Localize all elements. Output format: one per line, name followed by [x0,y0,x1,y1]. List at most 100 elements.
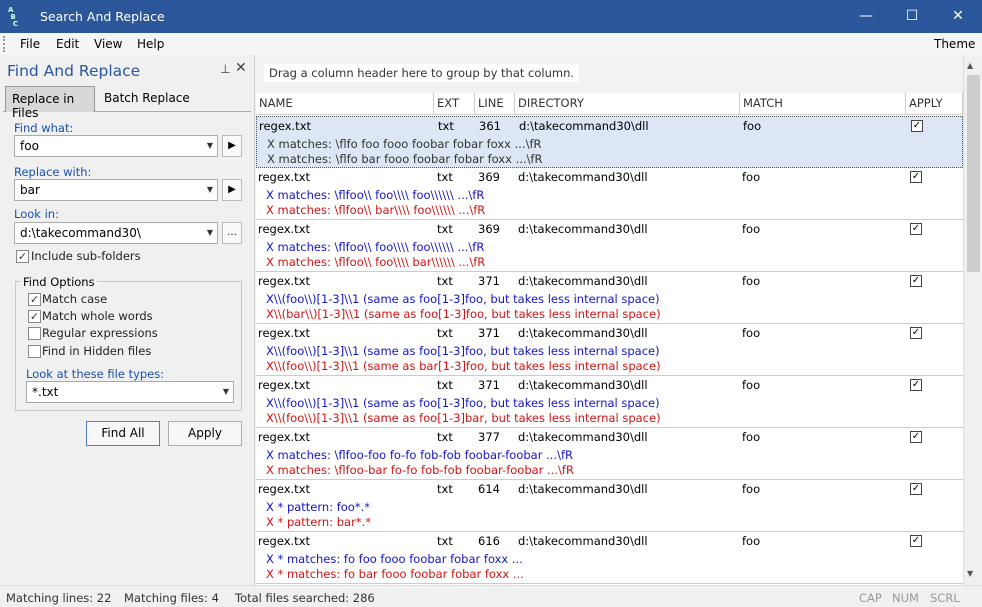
cell-line: 369 [478,170,500,184]
cell-match: foo [742,326,761,340]
status-num: NUM [892,591,919,605]
original-line-text: X\\(foo\\)[1-3]\\1 (same as foo[1-3]foo,… [266,396,660,410]
cell-ext: txt [437,170,453,184]
apply-button[interactable]: Apply [168,421,242,446]
replace-with-combo[interactable]: bar ▼ [14,179,218,201]
cell-match: foo [742,430,761,444]
cell-directory: d:\takecommand30\dll [518,326,648,340]
table-row[interactable]: regex.txt txt 361 d:\takecommand30\dll foo ✓ X… [256,116,963,168]
apply-checkbox[interactable]: ✓ [910,171,922,183]
table-row[interactable]: regex.txt txt 369 d:\takecommand30\dll foo ✓ X… [256,220,963,272]
menu-file[interactable]: File [20,37,40,51]
results-rows: regex.txt txt 361 d:\takecommand30\dll foo ✓ X… [256,116,963,585]
menu-help[interactable]: Help [137,37,164,51]
find-what-value: foo [20,139,39,153]
table-row[interactable]: regex.txt txt 377 d:\takecommand30\dll foo ✓ X… [256,428,963,480]
cell-name: regex.txt [258,170,311,184]
cell-directory: d:\takecommand30\dll [518,482,648,496]
cell-match: foo [742,170,761,184]
vertical-scrollbar[interactable]: ▲ ▼ [963,55,982,585]
cell-match: foo [742,274,761,288]
column-header-directory[interactable]: DIRECTORY [515,93,740,114]
table-row[interactable]: regex.txt txt 371 d:\takecommand30\dll foo ✓ X… [256,376,963,428]
cell-match: foo [743,119,762,133]
chevron-down-icon[interactable]: ▼ [207,141,213,150]
table-row[interactable]: regex.txt txt 616 d:\takecommand30\dll foo ✓ X… [256,532,963,584]
cell-ext: txt [437,378,453,392]
pin-icon[interactable]: ⊥ [220,62,230,76]
cell-name: regex.txt [258,326,311,340]
find-what-combo[interactable]: foo ▼ [14,135,218,157]
replaced-line-text: X matches: \flfo bar fooo foobar fobar f… [267,152,543,166]
find-hidden-files-checkbox[interactable] [28,345,41,358]
cell-directory: d:\takecommand30\dll [518,222,648,236]
column-header-match[interactable]: MATCH [740,93,906,114]
replace-options-arrow-button[interactable]: ▶ [222,179,242,201]
match-whole-words-label: Match whole words [42,309,153,323]
column-header-ext[interactable]: EXT [434,93,475,114]
minimize-button[interactable]: — [843,0,889,33]
apply-checkbox[interactable]: ✓ [910,379,922,391]
find-all-button[interactable]: Find All [86,421,160,446]
group-panel[interactable]: Drag a column header here to group by th… [256,55,963,93]
table-row[interactable]: regex.txt txt 614 d:\takecommand30\dll foo ✓ X… [256,480,963,532]
look-in-combo[interactable]: d:\takecommand30\ ▼ [14,222,218,244]
table-row[interactable]: regex.txt txt 369 d:\takecommand30\dll foo ✓ X… [256,168,963,220]
cell-directory: d:\takecommand30\dll [518,274,648,288]
apply-checkbox[interactable]: ✓ [910,275,922,287]
panel-tabs: Replace in Files Batch Replace [3,86,251,120]
column-header-name[interactable]: NAME [256,93,434,114]
title-bar: A B C Search And Replace — ☐ ✕ [0,0,982,33]
chevron-down-icon[interactable]: ▼ [207,228,213,237]
menu-theme[interactable]: Theme [934,37,975,51]
replaced-line-text: X\\(foo\\)[1-3]\\1 (same as bar[1-3]foo,… [266,359,661,373]
regular-expressions-checkbox[interactable] [28,327,41,340]
column-header-line[interactable]: LINE [475,93,515,114]
cell-line: 371 [478,326,500,340]
toolbar-grip-icon[interactable] [3,36,7,52]
menu-view[interactable]: View [94,37,122,51]
apply-checkbox[interactable]: ✓ [910,431,922,443]
apply-checkbox[interactable]: ✓ [910,535,922,547]
panel-close-icon[interactable]: ✕ [235,60,247,76]
replaced-line-text: X * pattern: bar*.* [266,515,371,529]
table-row[interactable]: regex.txt txt 371 d:\takecommand30\dll foo ✓ X… [256,272,963,324]
cell-name: regex.txt [258,482,311,496]
status-total-files: Total files searched: 286 [235,591,375,605]
regular-expressions-label: Regular expressions [42,326,158,340]
apply-checkbox[interactable]: ✓ [911,120,923,132]
original-line-text: X matches: \flfo foo fooo foobar fobar f… [267,137,542,151]
browse-button[interactable]: ... [222,222,242,244]
find-what-label: Find what: [14,121,74,135]
menu-edit[interactable]: Edit [56,37,79,51]
cell-directory: d:\takecommand30\dll [518,170,648,184]
match-whole-words-checkbox[interactable]: ✓ [28,310,41,323]
tab-batch-replace[interactable]: Batch Replace [98,86,198,112]
chevron-down-icon[interactable]: ▼ [207,185,213,194]
menu-bar: File Edit View Help Theme [0,33,982,55]
column-header-apply[interactable]: APPLY [906,93,963,114]
maximize-button[interactable]: ☐ [889,0,935,33]
match-case-checkbox[interactable]: ✓ [28,293,41,306]
find-hidden-files-label: Find in Hidden files [42,344,152,358]
cell-name: regex.txt [258,222,311,236]
cell-ext: txt [438,119,454,133]
cell-line: 616 [478,534,500,548]
chevron-down-icon[interactable]: ▼ [223,387,229,396]
find-options-arrow-button[interactable]: ▶ [222,135,242,157]
cell-directory: d:\takecommand30\dll [519,119,649,133]
apply-checkbox[interactable]: ✓ [910,327,922,339]
tab-replace-in-files[interactable]: Replace in Files [5,86,95,120]
file-types-value: *.txt [32,385,59,399]
cell-directory: d:\takecommand30\dll [518,534,648,548]
scroll-up-icon[interactable]: ▲ [967,61,973,70]
apply-checkbox[interactable]: ✓ [910,483,922,495]
scroll-down-icon[interactable]: ▼ [967,569,973,578]
close-button[interactable]: ✕ [935,0,981,33]
scroll-thumb[interactable] [967,75,980,272]
table-row[interactable]: regex.txt txt 371 d:\takecommand30\dll foo ✓ X… [256,324,963,376]
cell-name: regex.txt [258,534,311,548]
include-subfolders-checkbox[interactable]: ✓ [16,250,29,263]
apply-checkbox[interactable]: ✓ [910,223,922,235]
file-types-combo[interactable]: *.txt ▼ [26,381,234,403]
